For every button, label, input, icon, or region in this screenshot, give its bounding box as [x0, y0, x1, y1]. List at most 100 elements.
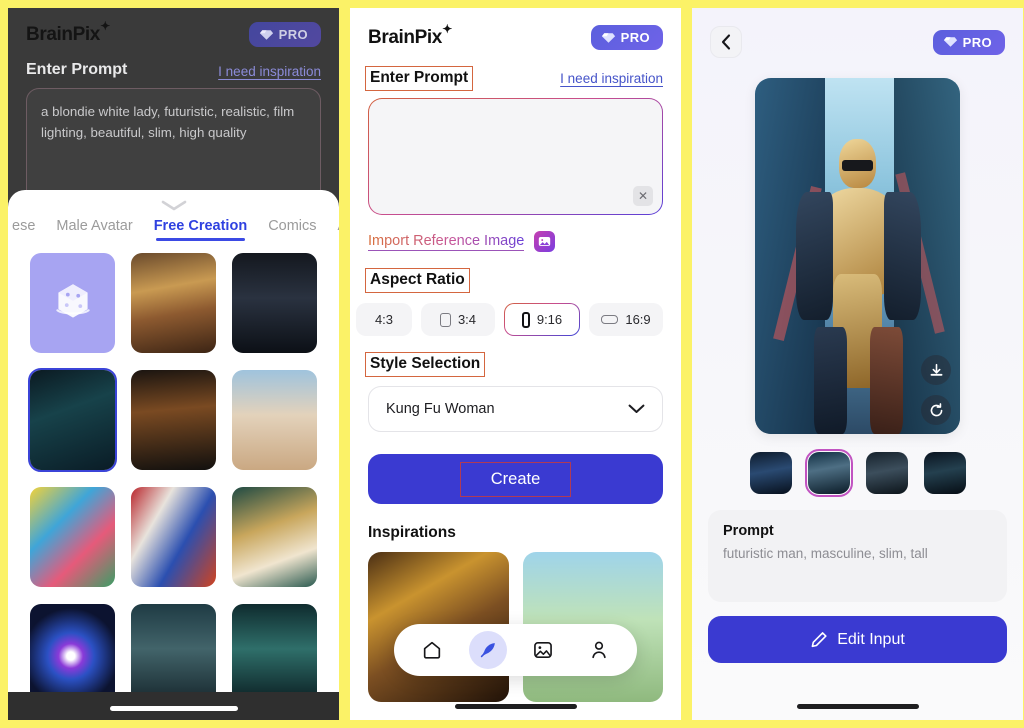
inspiration-cell-moonlight-warrior[interactable] [131, 604, 216, 704]
thumbnail-artwork [131, 370, 216, 470]
thumbnail-artwork [232, 604, 317, 704]
aspect-ratio-option-4x3[interactable]: 4:3 [356, 303, 412, 336]
tab-home[interactable] [413, 631, 451, 669]
aspect-ratio-label: Aspect Ratio [370, 271, 465, 288]
pro-badge-label: PRO [278, 27, 308, 42]
prompt-card-text: futuristic man, masculine, slim, tall [723, 546, 928, 561]
sheet-collapse-handle[interactable] [8, 190, 339, 215]
inspiration-bottom-sheet: ese Male Avatar Free Creation Comics Animati… [8, 190, 339, 720]
inspiration-cell-fire-sorceress[interactable] [131, 370, 216, 470]
inspiration-cell-pop-art-bun-girl[interactable] [30, 487, 115, 587]
back-button[interactable] [710, 26, 742, 58]
inspiration-cell-ice-queen[interactable] [232, 604, 317, 704]
aspect-ratio-options[interactable]: 4:3 3:4 9:16 16:9 [356, 303, 663, 336]
import-reference-image-row[interactable]: Import Reference Image [368, 231, 663, 252]
thumbnail-artwork [30, 487, 115, 587]
sparkle-icon: ✦ [100, 18, 110, 33]
enter-prompt-label-highlight: Enter Prompt [365, 66, 474, 91]
pencil-icon [811, 631, 827, 647]
thumbnail-artwork [232, 487, 317, 587]
prompt-label-row: Enter Prompt I need inspiration [365, 50, 663, 91]
category-tab-animatio[interactable]: Animatio [338, 218, 339, 241]
import-reference-image-label: Import Reference Image [368, 232, 525, 251]
download-button[interactable] [921, 355, 951, 385]
app-logo-text: BrainPix [26, 23, 100, 45]
aspect-ratio-option-16x9[interactable]: 16:9 [589, 303, 663, 336]
aspect-ratio-option-label: 9:16 [536, 312, 563, 327]
category-tab-ese[interactable]: ese [12, 218, 35, 241]
pro-badge-label: PRO [620, 30, 650, 45]
thumbnail-artwork [865, 452, 908, 494]
hero-action-buttons [921, 355, 951, 425]
aspect-ratio-option-9x16[interactable]: 9:16 [504, 303, 580, 336]
aspect-ratio-label-highlight: Aspect Ratio [365, 268, 470, 293]
feather-icon [480, 643, 495, 658]
diamond-icon [259, 29, 273, 40]
home-indicator [109, 706, 238, 711]
thumb-golden-cyborg[interactable] [804, 449, 853, 497]
tab-profile[interactable] [580, 631, 618, 669]
tab-feather[interactable] [468, 631, 507, 669]
dice-icon [55, 284, 90, 318]
panel2-body: Enter Prompt I need inspiration ✕ Import… [350, 50, 681, 702]
inspiration-cell-steampunk-sky-girl[interactable] [232, 370, 317, 470]
style-select[interactable]: Kung Fu Woman [368, 386, 663, 432]
panel-result: PRO Prompt futuristic man, masculine, sl… [692, 8, 1023, 720]
thumbnail-artwork [749, 452, 792, 494]
inspiration-cell-paint-splash-portrait[interactable] [131, 487, 216, 587]
panel-create-form: BrainPix ✦ PRO Enter Prompt I need inspi… [350, 8, 681, 720]
bottom-tab-bar[interactable] [394, 624, 637, 676]
pro-badge[interactable]: PRO [590, 25, 663, 50]
inspiration-cell-random-dice[interactable] [30, 253, 115, 353]
pro-badge[interactable]: PRO [248, 22, 321, 47]
home-indicator-bar-dark [8, 692, 339, 720]
thumb-white-suit[interactable] [923, 452, 966, 494]
inspiration-cell-galaxy-portal-girl[interactable] [30, 604, 115, 704]
thumbnail-artwork [807, 452, 850, 494]
panel3-header: PRO [692, 8, 1023, 58]
thumbnail-artwork [30, 370, 115, 470]
edit-input-label: Edit Input [837, 630, 905, 648]
diamond-icon [601, 32, 615, 43]
app-logo: BrainPix ✦ [26, 19, 110, 46]
regenerate-button[interactable] [921, 395, 951, 425]
inspiration-cell-pink-hair-model[interactable] [232, 253, 317, 353]
thumbnail-artwork [131, 253, 216, 353]
category-tab-comics[interactable]: Comics [268, 218, 316, 241]
inspiration-cell-vintage-woman-portrait[interactable] [131, 253, 216, 353]
pro-badge[interactable]: PRO [932, 29, 1005, 55]
landscape-rect-icon [601, 315, 619, 324]
need-inspiration-link[interactable]: I need inspiration [560, 71, 663, 86]
prompt-card: Prompt futuristic man, masculine, slim, … [708, 510, 1007, 602]
category-tab-free-creation[interactable]: Free Creation [154, 218, 247, 241]
thumbnail-artwork [30, 604, 115, 704]
tab-gallery[interactable] [524, 631, 562, 669]
style-select-value: Kung Fu Woman [386, 401, 495, 417]
edit-input-button[interactable]: Edit Input [708, 616, 1007, 663]
category-tab-male-avatar[interactable]: Male Avatar [56, 218, 132, 241]
aspect-ratio-option-label: 3:4 [457, 312, 477, 327]
thumb-bald-face[interactable] [865, 452, 908, 494]
style-selection-label: Style Selection [370, 355, 481, 372]
inspirations-title: Inspirations [368, 524, 456, 541]
inspiration-grid [8, 241, 339, 704]
close-icon[interactable]: ✕ [633, 186, 653, 206]
screenshot-stage: BrainPix ✦ PRO Enter Prompt I need inspi… [0, 0, 1024, 728]
enter-prompt-label: Enter Prompt [370, 69, 469, 86]
gallery-icon [534, 642, 553, 658]
app-logo-text: BrainPix [368, 26, 442, 48]
need-inspiration-link[interactable]: I need inspiration [218, 64, 321, 79]
inspiration-cell-cyberpunk-woman[interactable] [28, 368, 117, 472]
thumbnail-artwork [232, 253, 317, 353]
prompt-textarea[interactable]: ✕ [368, 98, 663, 215]
result-hero-image[interactable] [755, 78, 960, 434]
thumb-dark-armor[interactable] [749, 452, 792, 494]
chevron-left-icon [721, 34, 731, 50]
create-button[interactable]: Create [368, 454, 663, 504]
result-thumbnail-strip[interactable] [692, 449, 1023, 497]
image-icon[interactable] [534, 231, 556, 252]
category-tabs[interactable]: ese Male Avatar Free Creation Comics Animati… [8, 215, 339, 241]
inspiration-cell-art-nouveau-lady[interactable] [232, 487, 317, 587]
chevron-down-icon [161, 200, 186, 211]
aspect-ratio-option-3x4[interactable]: 3:4 [421, 303, 495, 336]
